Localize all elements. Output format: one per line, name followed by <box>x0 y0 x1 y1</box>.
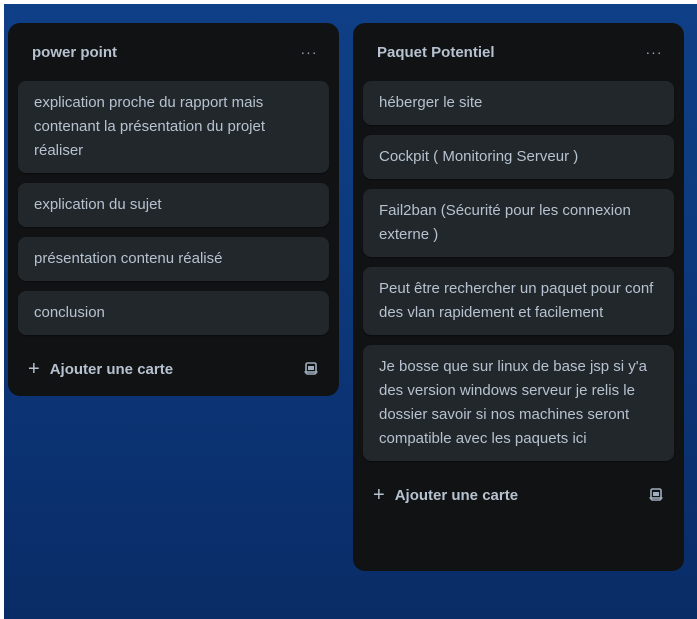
more-icon[interactable]: ··· <box>640 38 668 66</box>
card[interactable]: conclusion <box>18 291 329 335</box>
card[interactable]: Fail2ban (Sécurité pour les connexion ex… <box>363 189 674 257</box>
add-card-button[interactable]: + Ajouter une carte <box>373 485 518 505</box>
list-footer: + Ajouter une carte <box>18 345 329 393</box>
card[interactable]: héberger le site <box>363 81 674 125</box>
card[interactable]: Peut être rechercher un paquet pour conf… <box>363 267 674 335</box>
list-header[interactable]: power point ··· <box>18 23 329 81</box>
plus-icon: + <box>373 484 385 506</box>
card[interactable]: présentation contenu réalisé <box>18 237 329 281</box>
list-paquet-potentiel: Paquet Potentiel ··· héberger le site Co… <box>353 23 684 571</box>
list-footer: + Ajouter une carte <box>363 471 674 519</box>
more-icon[interactable]: ··· <box>295 38 323 66</box>
card-template-icon[interactable] <box>301 359 321 379</box>
card[interactable]: explication proche du rapport mais conte… <box>18 81 329 173</box>
add-card-button[interactable]: + Ajouter une carte <box>28 359 173 379</box>
list-power-point: power point ··· explication proche du ra… <box>8 23 339 396</box>
list-title[interactable]: Paquet Potentiel <box>377 44 495 61</box>
card[interactable]: Je bosse que sur linux de base jsp si y'… <box>363 345 674 461</box>
card[interactable]: explication du sujet <box>18 183 329 227</box>
card-list: héberger le site Cockpit ( Monitoring Se… <box>363 81 674 461</box>
card-template-icon[interactable] <box>646 485 666 505</box>
card-list: explication proche du rapport mais conte… <box>18 81 329 335</box>
card[interactable]: Cockpit ( Monitoring Serveur ) <box>363 135 674 179</box>
list-title[interactable]: power point <box>32 44 117 61</box>
add-card-label: Ajouter une carte <box>49 360 174 378</box>
add-card-label: Ajouter une carte <box>394 486 519 504</box>
board-canvas: power point ··· explication proche du ra… <box>4 4 697 619</box>
plus-icon: + <box>28 358 40 380</box>
list-header[interactable]: Paquet Potentiel ··· <box>363 23 674 81</box>
